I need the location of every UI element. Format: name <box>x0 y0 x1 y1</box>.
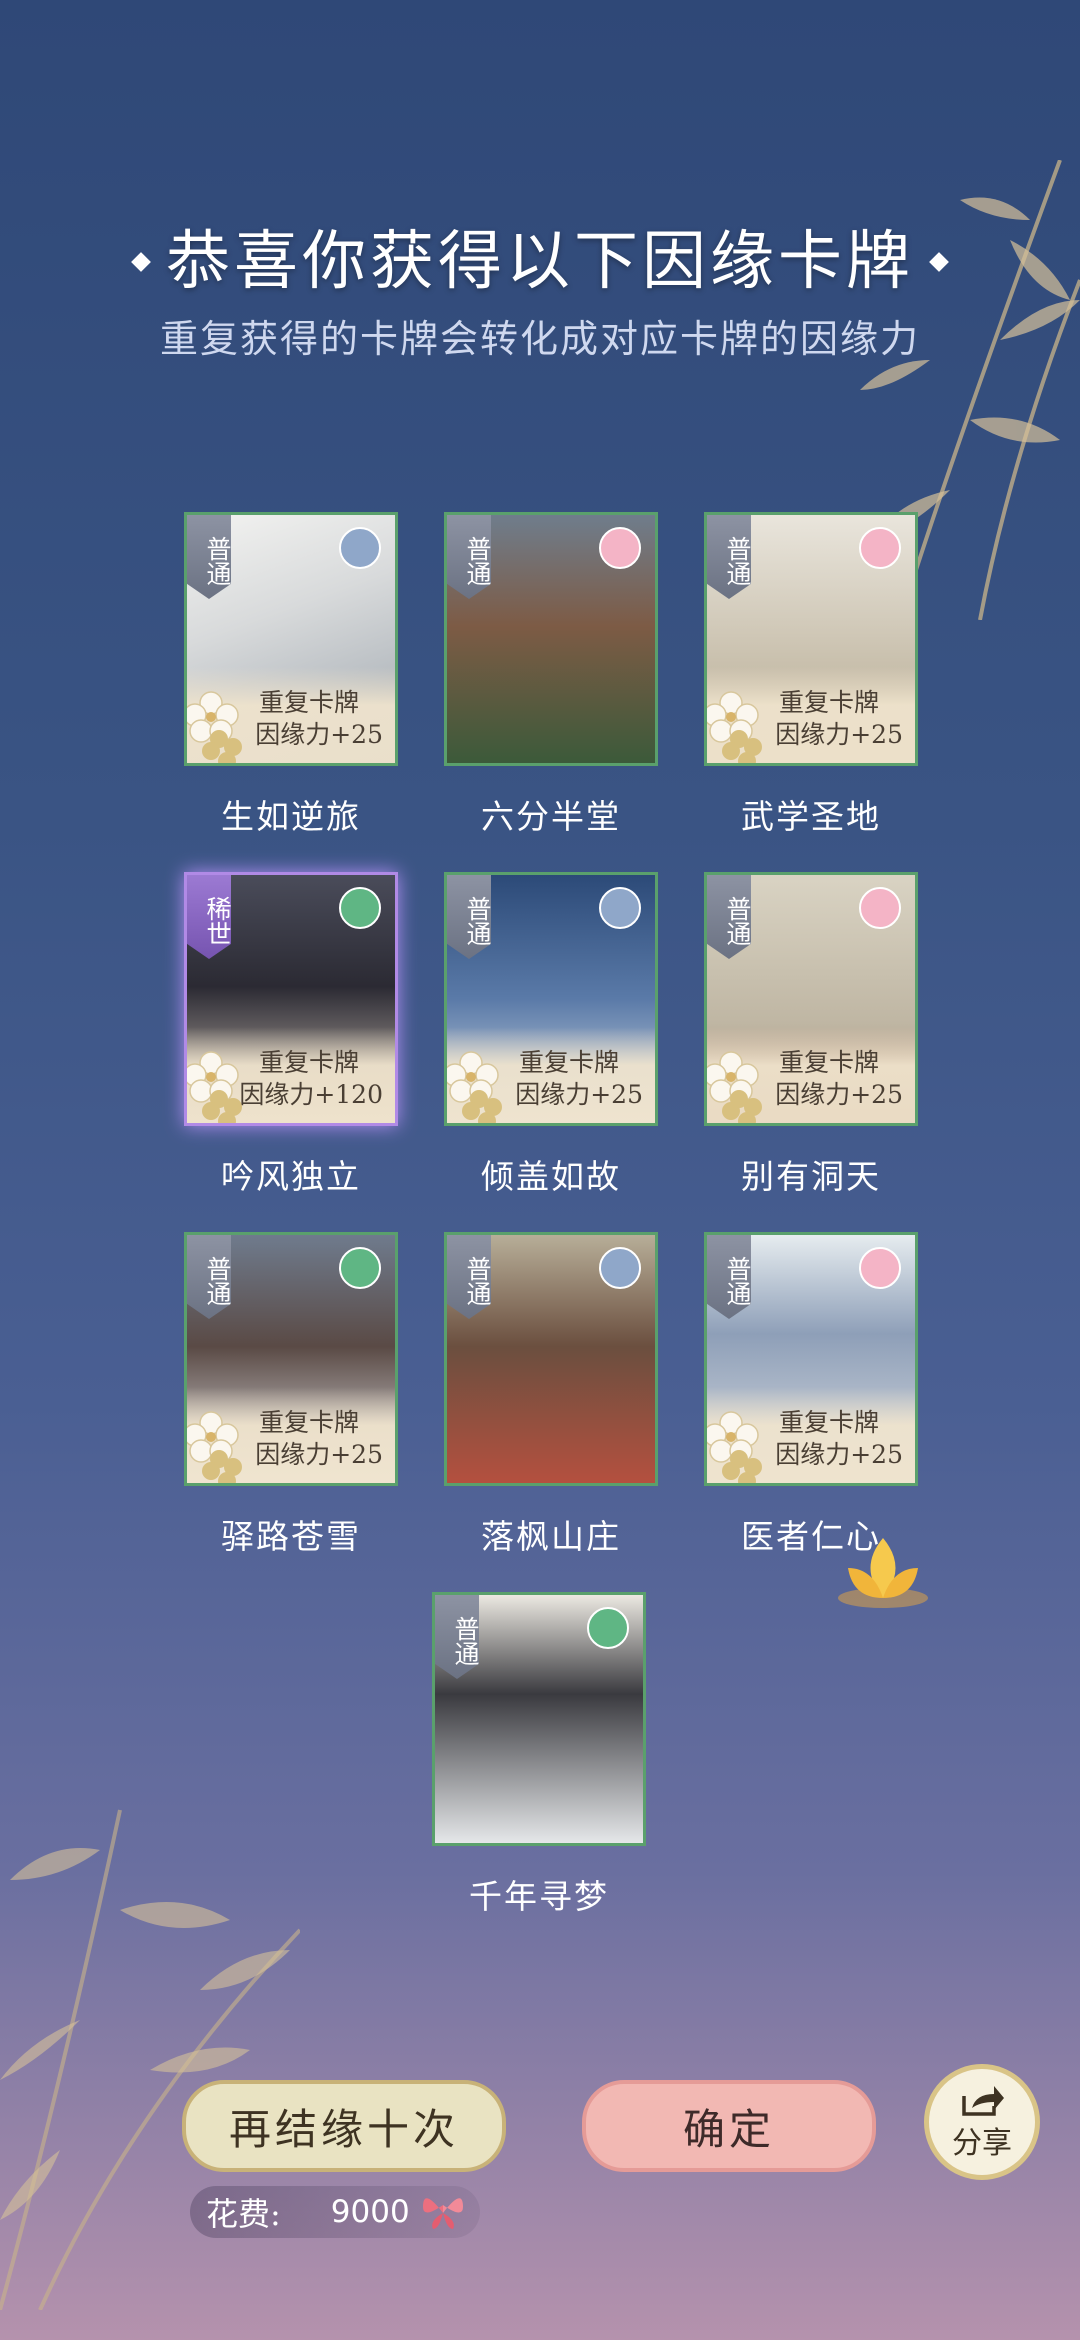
rarity-tag: 普通 <box>447 515 491 599</box>
fan-icon <box>339 527 381 569</box>
duplicate-label: 重复卡牌 <box>258 1048 359 1077</box>
blossom-icon <box>707 1411 762 1483</box>
pink-flower-icon <box>859 1247 901 1289</box>
affinity-value: 因缘力+25 <box>775 720 903 749</box>
blossom-icon <box>447 1051 502 1123</box>
rarity-tag: 普通 <box>447 875 491 959</box>
card-image[interactable]: 普通 <box>432 1592 646 1846</box>
green-leaf-icon <box>587 1607 629 1649</box>
rarity-tag: 普通 <box>435 1595 479 1679</box>
card-name: 武学圣地 <box>741 797 881 836</box>
rarity-tag: 普通 <box>187 1235 231 1319</box>
pink-flower-icon <box>599 527 641 569</box>
duplicate-label: 重复卡牌 <box>778 688 879 717</box>
duplicate-label: 重复卡牌 <box>258 688 359 717</box>
duplicate-label: 重复卡牌 <box>518 1048 619 1077</box>
rarity-tag: 普通 <box>707 515 751 599</box>
cost-value: 9000 <box>330 2194 410 2230</box>
affinity-value: 因缘力+25 <box>775 1440 903 1469</box>
affinity-value: 因缘力+25 <box>255 1440 383 1469</box>
share-icon <box>962 2086 1004 2116</box>
pink-flower-icon <box>859 527 901 569</box>
share-button[interactable]: 分享 <box>924 2064 1040 2180</box>
duplicate-label: 重复卡牌 <box>778 1408 879 1437</box>
card-name: 驿路苍雪 <box>221 1517 361 1556</box>
card-name: 落枫山庄 <box>481 1517 621 1556</box>
card-image[interactable]: 普通 <box>444 1232 658 1486</box>
butterfly-icon <box>422 2198 463 2229</box>
card-name: 六分半堂 <box>481 797 621 836</box>
card-image[interactable]: 普通重复卡牌因缘力+25 <box>704 872 918 1126</box>
rarity-tag: 普通 <box>447 1235 491 1319</box>
blossom-icon <box>187 1411 242 1483</box>
rarity-tag: 普通 <box>187 515 231 599</box>
fan-icon <box>599 1247 641 1289</box>
card-image[interactable]: 普通 <box>444 512 658 766</box>
duplicate-label: 重复卡牌 <box>258 1408 359 1437</box>
affinity-value: 因缘力+25 <box>515 1080 643 1109</box>
cost-display: 花费: 9000 <box>190 2186 480 2238</box>
affinity-value: 因缘力+25 <box>255 720 383 749</box>
diamond-ornament-icon <box>929 251 949 272</box>
card-image[interactable]: 普通重复卡牌因缘力+25 <box>704 512 918 766</box>
green-leaf-icon <box>339 1247 381 1289</box>
duplicate-label: 重复卡牌 <box>778 1048 879 1077</box>
rarity-tag: 稀世 <box>187 875 231 959</box>
draw-again-button[interactable]: 再结缘十次 <box>182 2080 506 2172</box>
affinity-value: 因缘力+25 <box>775 1080 903 1109</box>
share-label: 分享 <box>952 2126 1012 2161</box>
card-image[interactable]: 普通重复卡牌因缘力+25 <box>444 872 658 1126</box>
card-name: 倾盖如故 <box>481 1157 621 1196</box>
green-leaf-icon <box>339 887 381 929</box>
rarity-tag: 普通 <box>707 875 751 959</box>
blossom-icon <box>187 1051 242 1123</box>
blossom-icon <box>707 691 762 763</box>
page-subtitle: 重复获得的卡牌会转化成对应卡牌的因缘力 <box>159 317 920 361</box>
affinity-value: 因缘力+120 <box>239 1080 383 1109</box>
blossom-icon <box>707 1051 762 1123</box>
card-image[interactable]: 稀世重复卡牌因缘力+120 <box>184 872 398 1126</box>
page-title: 恭喜你获得以下因缘卡牌 <box>0 210 1080 302</box>
card-image[interactable]: 普通重复卡牌因缘力+25 <box>704 1232 918 1486</box>
pink-flower-icon <box>859 887 901 929</box>
card-image[interactable]: 普通重复卡牌因缘力+25 <box>184 1232 398 1486</box>
fan-icon <box>599 887 641 929</box>
rarity-tag: 普通 <box>707 1235 751 1319</box>
card-name: 千年寻梦 <box>469 1877 609 1916</box>
card-name: 吟风独立 <box>221 1157 361 1196</box>
card-name: 生如逆旅 <box>221 797 361 836</box>
diamond-ornament-icon <box>131 251 151 272</box>
confirm-button[interactable]: 确定 <box>582 2080 876 2172</box>
card-name: 医者仁心 <box>741 1517 881 1556</box>
card-image[interactable]: 普通重复卡牌因缘力+25 <box>184 512 398 766</box>
card-name: 别有洞天 <box>741 1157 881 1196</box>
blossom-icon <box>187 691 242 763</box>
cost-label: 花费: <box>206 2195 281 2233</box>
